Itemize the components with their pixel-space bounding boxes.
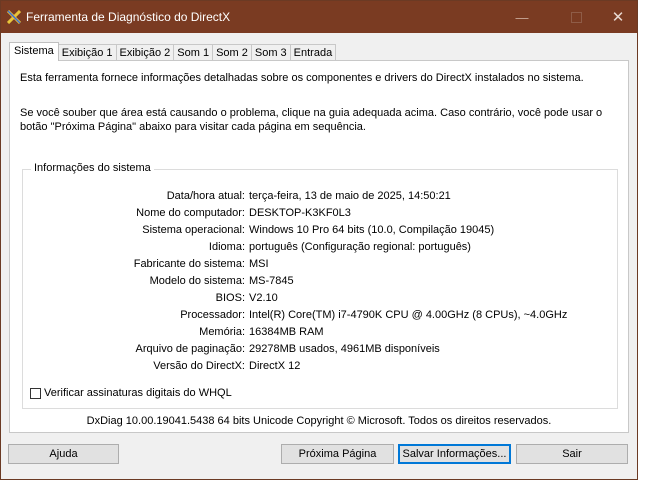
info-value: 16384MB RAM — [249, 326, 324, 338]
tab-som-1[interactable]: Som 1 — [173, 44, 214, 61]
info-value: MS-7845 — [249, 275, 294, 287]
minimize-button[interactable]: — — [499, 1, 545, 33]
info-value: 29278MB usados, 4961MB disponíveis — [249, 343, 440, 355]
copyright-text: DxDiag 10.00.19041.5438 64 bits Unicode … — [86, 415, 552, 427]
info-row-page-file: Arquivo de paginação: 29278MB usados, 49… — [23, 343, 617, 359]
tab-strip: Sistema Exibição 1 Exibição 2 Som 1 Som … — [9, 42, 337, 61]
info-label: Sistema operacional: — [142, 224, 245, 236]
info-label: BIOS: — [215, 292, 245, 304]
minimize-icon: — — [515, 9, 529, 25]
tab-sistema[interactable]: Sistema — [9, 42, 59, 61]
info-label: Modelo do sistema: — [149, 275, 245, 287]
info-value: DESKTOP-K3KF0L3 — [249, 207, 351, 219]
maximize-button[interactable] — [553, 1, 599, 33]
info-label: Fabricante do sistema: — [133, 258, 245, 270]
system-info-legend: Informações do sistema — [31, 162, 154, 174]
info-value: V2.10 — [249, 292, 278, 304]
close-icon: ✕ — [611, 9, 625, 26]
info-value: português (Configuração regional: portug… — [249, 241, 471, 253]
whql-checkbox-label[interactable]: Verificar assinaturas digitais do WHQL — [44, 387, 232, 399]
info-label: Idioma: — [208, 241, 245, 253]
tab-exibicao-2[interactable]: Exibição 2 — [115, 44, 175, 61]
info-value: MSI — [249, 258, 269, 270]
save-info-button[interactable]: Salvar Informações... — [398, 444, 511, 464]
instructions-text: Se você souber que área está causando o … — [20, 107, 603, 133]
info-row-model: Modelo do sistema: MS-7845 — [23, 275, 617, 291]
dxdiag-window: Ferramenta de Diagnóstico do DirectX — ✕… — [0, 0, 638, 480]
whql-checkbox[interactable] — [30, 387, 41, 399]
info-row-computer-name: Nome do computador: DESKTOP-K3KF0L3 — [23, 207, 617, 223]
help-button[interactable]: Ajuda — [8, 444, 119, 464]
info-value: Intel(R) Core(TM) i7-4790K CPU @ 4.00GHz… — [249, 309, 568, 321]
info-value: DirectX 12 — [249, 360, 301, 372]
close-button[interactable]: ✕ — [595, 1, 641, 33]
exit-button[interactable]: Sair — [516, 444, 628, 464]
tab-exibicao-1[interactable]: Exibição 1 — [57, 44, 117, 61]
directx-icon — [7, 10, 21, 24]
whql-checkbox-row[interactable]: Verificar assinaturas digitais do WHQL — [30, 387, 232, 401]
info-value: Windows 10 Pro 64 bits (10.0, Compilação… — [249, 224, 495, 236]
intro-text: Esta ferramenta fornece informações deta… — [20, 72, 584, 84]
tab-som-2[interactable]: Som 2 — [212, 44, 252, 61]
info-row-manufacturer: Fabricante do sistema: MSI — [23, 258, 617, 274]
info-row-directx-version: Versão do DirectX: DirectX 12 — [23, 360, 617, 376]
info-label: Nome do computador: — [136, 207, 245, 219]
info-row-os: Sistema operacional: Windows 10 Pro 64 b… — [23, 224, 617, 240]
tab-entrada[interactable]: Entrada — [289, 44, 337, 61]
info-label: Data/hora atual: — [166, 190, 245, 202]
info-label: Arquivo de paginação: — [135, 343, 245, 355]
window-title: Ferramenta de Diagnóstico do DirectX — [26, 10, 231, 24]
info-row-memory: Memória: 16384MB RAM — [23, 326, 617, 342]
info-value: terça-feira, 13 de maio de 2025, 14:50:2… — [249, 190, 451, 202]
title-bar[interactable]: Ferramenta de Diagnóstico do DirectX — ✕ — [1, 1, 637, 33]
info-row-datetime: Data/hora atual: terça-feira, 13 de maio… — [23, 190, 617, 206]
maximize-icon — [570, 11, 582, 23]
tab-som-3[interactable]: Som 3 — [250, 44, 291, 61]
info-label: Memória: — [199, 326, 245, 338]
tab-panel-sistema: Esta ferramenta fornece informações deta… — [9, 60, 629, 433]
info-row-bios: BIOS: V2.10 — [23, 292, 617, 308]
info-label: Processador: — [180, 309, 245, 321]
info-row-language: Idioma: português (Configuração regional… — [23, 241, 617, 257]
next-page-button[interactable]: Próxima Página — [281, 444, 394, 464]
info-row-processor: Processador: Intel(R) Core(TM) i7-4790K … — [23, 309, 617, 325]
system-info-group: Informações do sistema Data/hora atual: … — [22, 162, 618, 409]
info-label: Versão do DirectX: — [153, 360, 245, 372]
